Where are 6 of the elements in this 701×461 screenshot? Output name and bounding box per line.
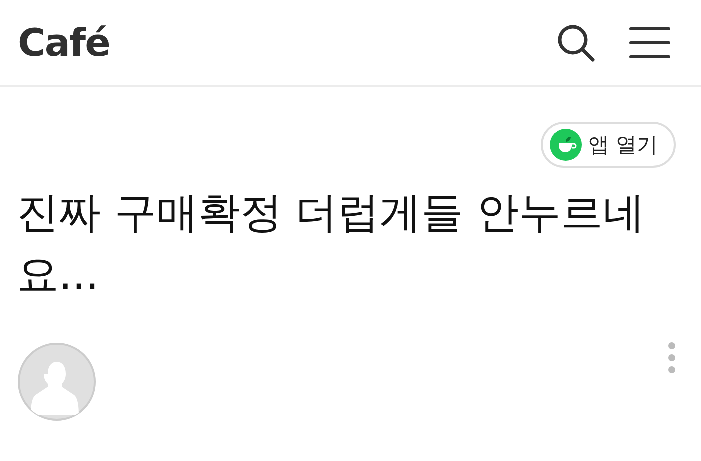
coffee-cup-icon [550, 129, 582, 161]
post-title: 진짜 구매확정 더럽게들 안누르네요... [17, 187, 646, 301]
open-app-button[interactable]: 앱 열기 [541, 122, 676, 168]
menu-icon[interactable] [629, 26, 671, 58]
cafe-logo[interactable]: Café [18, 20, 110, 64]
search-icon[interactable] [557, 24, 595, 62]
